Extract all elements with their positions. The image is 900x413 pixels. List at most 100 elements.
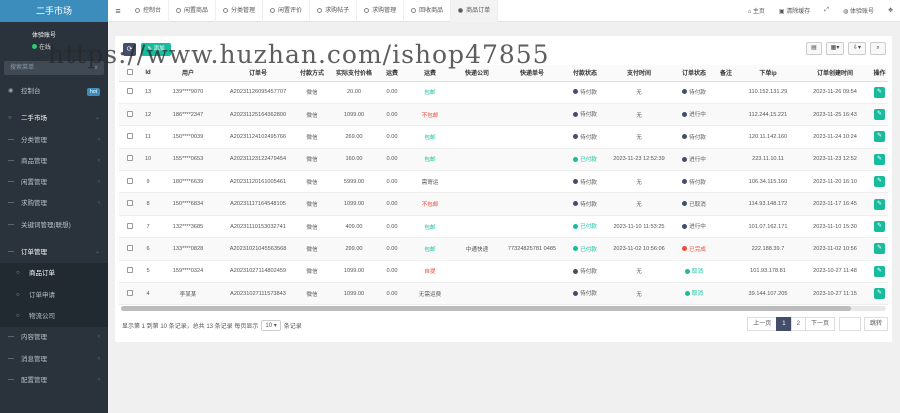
cell-text: A20231120161005461 bbox=[229, 178, 287, 185]
fullscreen-icon[interactable]: ⤢ bbox=[817, 7, 836, 14]
table-header[interactable]: 用户 bbox=[155, 65, 221, 82]
sidebar-item-keywords[interactable]: — 关键词管理(联想) bbox=[0, 215, 108, 236]
row-checkbox[interactable] bbox=[127, 132, 133, 139]
row-checkbox-cell[interactable] bbox=[119, 260, 141, 284]
sidebar-item-orders[interactable]: — 订单管理 ⌄ bbox=[0, 242, 108, 263]
table-header[interactable]: 订单号 bbox=[221, 65, 295, 82]
edit-icon[interactable]: ✎ bbox=[874, 288, 885, 300]
sidebar-item-order-apply[interactable]: ○ 订单申请 bbox=[0, 284, 108, 306]
table-header[interactable]: Id bbox=[141, 65, 155, 82]
row-checkbox-cell[interactable] bbox=[119, 148, 141, 172]
table-header[interactable]: 快递单号 bbox=[499, 65, 565, 82]
edit-icon[interactable]: ✎ bbox=[874, 221, 885, 233]
sidebar-item-message[interactable]: — 消息管理 ‹ bbox=[0, 349, 108, 370]
brand-title[interactable]: 二手市场 bbox=[0, 0, 108, 22]
row-checkbox[interactable] bbox=[127, 244, 133, 251]
page-1-button[interactable]: 1 bbox=[776, 317, 792, 331]
settings-icon[interactable]: ✥ bbox=[881, 7, 900, 14]
row-checkbox[interactable] bbox=[127, 110, 133, 117]
row-checkbox-cell[interactable] bbox=[119, 81, 141, 104]
row-checkbox-cell[interactable] bbox=[119, 282, 141, 305]
table-header[interactable]: 操作 bbox=[871, 65, 888, 82]
sidebar-item-goods[interactable]: — 商品管理 ‹ bbox=[0, 151, 108, 172]
clear-cache-link[interactable]: ▣ 清除缓存 bbox=[772, 6, 817, 15]
prev-page-button[interactable]: 上一页 bbox=[747, 317, 778, 331]
sidebar-item-wanted[interactable]: — 求购管理 ‹ bbox=[0, 193, 108, 214]
page-size-select[interactable]: 10 ▾ bbox=[261, 320, 281, 331]
row-checkbox[interactable] bbox=[127, 155, 133, 162]
row-checkbox-cell[interactable] bbox=[119, 215, 141, 239]
table-cell bbox=[499, 170, 565, 194]
sidebar-item-category[interactable]: — 分类管理 ‹ bbox=[0, 130, 108, 151]
row-checkbox[interactable] bbox=[127, 289, 133, 296]
menu-search-input[interactable]: 搜索菜单 ⌕ bbox=[4, 61, 104, 75]
row-checkbox[interactable] bbox=[127, 222, 133, 229]
row-checkbox-cell[interactable] bbox=[119, 192, 141, 216]
select-all-checkbox[interactable] bbox=[127, 68, 133, 75]
sidebar-item-dashboard[interactable]: ◉ 控制台 hot bbox=[0, 81, 108, 102]
cell-text: 取消 bbox=[691, 269, 704, 276]
export-icon[interactable]: ⇩▾ bbox=[848, 42, 866, 55]
sidebar-item-idle[interactable]: — 闲置管理 ‹ bbox=[0, 172, 108, 193]
row-checkbox-cell[interactable] bbox=[119, 103, 141, 127]
jump-page-input[interactable] bbox=[838, 317, 861, 331]
menu-toggle-icon[interactable]: ≡ bbox=[108, 6, 128, 16]
table-cell: 269.00 bbox=[329, 125, 379, 149]
edit-icon[interactable]: ✎ bbox=[874, 176, 885, 188]
next-page-button[interactable]: 下一页 bbox=[804, 317, 835, 331]
table-header[interactable]: 付款方式 bbox=[295, 65, 329, 82]
horizontal-scrollbar[interactable] bbox=[121, 306, 886, 311]
table-header[interactable]: 下单ip bbox=[737, 65, 799, 82]
home-link[interactable]: ⌂ 主页 bbox=[741, 6, 772, 15]
refresh-button[interactable]: ⟳ bbox=[123, 43, 136, 56]
table-header[interactable]: 实际支付价格 bbox=[329, 65, 379, 82]
scrollbar-thumb[interactable] bbox=[121, 306, 851, 311]
sidebar-item-goods-orders[interactable]: ○ 商品订单 bbox=[0, 263, 108, 285]
search-icon[interactable]: ⌕ bbox=[870, 42, 886, 55]
jump-button[interactable]: 跳转 bbox=[863, 317, 888, 331]
cell-text: 180****6639 bbox=[172, 178, 204, 185]
row-checkbox[interactable] bbox=[127, 200, 133, 207]
row-checkbox[interactable] bbox=[127, 88, 133, 95]
edit-icon[interactable]: ✎ bbox=[874, 265, 885, 277]
row-checkbox-cell[interactable] bbox=[119, 125, 141, 149]
table-header[interactable]: 运费 bbox=[379, 65, 405, 82]
table-header[interactable]: 备注 bbox=[715, 65, 737, 82]
row-checkbox[interactable] bbox=[127, 177, 133, 184]
edit-icon[interactable]: ✎ bbox=[874, 153, 885, 165]
sidebar-item-config[interactable]: — 配置管理 ‹ bbox=[0, 370, 108, 391]
row-checkbox-cell[interactable] bbox=[119, 170, 141, 194]
edit-icon[interactable]: ✎ bbox=[874, 86, 885, 98]
tab-goods-orders[interactable]: 商品订单 bbox=[451, 0, 499, 22]
tab-dashboard[interactable]: 控制台 bbox=[128, 0, 170, 22]
table-header[interactable]: 订单创建时间 bbox=[799, 65, 871, 82]
tab-wanted-manage[interactable]: 求购管理 bbox=[357, 0, 405, 22]
table-header[interactable]: 支付时间 bbox=[605, 65, 673, 82]
header-checkbox[interactable] bbox=[119, 65, 141, 82]
account-menu[interactable]: ◍ 体验账号 bbox=[836, 6, 881, 15]
table-header[interactable]: 运费 bbox=[405, 65, 455, 82]
edit-icon[interactable]: ✎ bbox=[874, 243, 885, 255]
tab-idle-goods[interactable]: 闲置商品 bbox=[169, 0, 217, 22]
row-checkbox-cell[interactable] bbox=[119, 237, 141, 261]
table-header[interactable]: 快递公司 bbox=[455, 65, 499, 82]
columns-icon[interactable]: ▦▾ bbox=[826, 42, 844, 55]
edit-icon[interactable]: ✎ bbox=[874, 198, 885, 210]
tab-recycle[interactable]: 回收商品 bbox=[404, 0, 452, 22]
sidebar-item-content[interactable]: — 内容管理 ‹ bbox=[0, 327, 108, 348]
add-button[interactable]: ✎ 添加 bbox=[141, 43, 171, 56]
row-checkbox[interactable] bbox=[127, 267, 133, 274]
sidebar-item-label: 内容管理 bbox=[21, 334, 47, 342]
tab-idle-review[interactable]: 闲置评价 bbox=[263, 0, 311, 22]
edit-icon[interactable]: ✎ bbox=[874, 131, 885, 143]
tab-category[interactable]: 分类管理 bbox=[216, 0, 264, 22]
table-header[interactable]: 付款状态 bbox=[565, 65, 605, 82]
toggle-view-icon[interactable]: ▤ bbox=[806, 42, 822, 55]
tab-label: 控制台 bbox=[143, 7, 162, 14]
sidebar-item-market[interactable]: ○ 二手市场 ⌄ bbox=[0, 108, 108, 129]
sidebar-item-logistics[interactable]: ○ 物流公司 bbox=[0, 305, 108, 328]
edit-icon[interactable]: ✎ bbox=[874, 109, 885, 121]
page-2-button[interactable]: 2 bbox=[790, 317, 806, 331]
table-header[interactable]: 订单状态 bbox=[673, 65, 715, 82]
tab-wanted-posts[interactable]: 求购帖子 bbox=[310, 0, 358, 22]
